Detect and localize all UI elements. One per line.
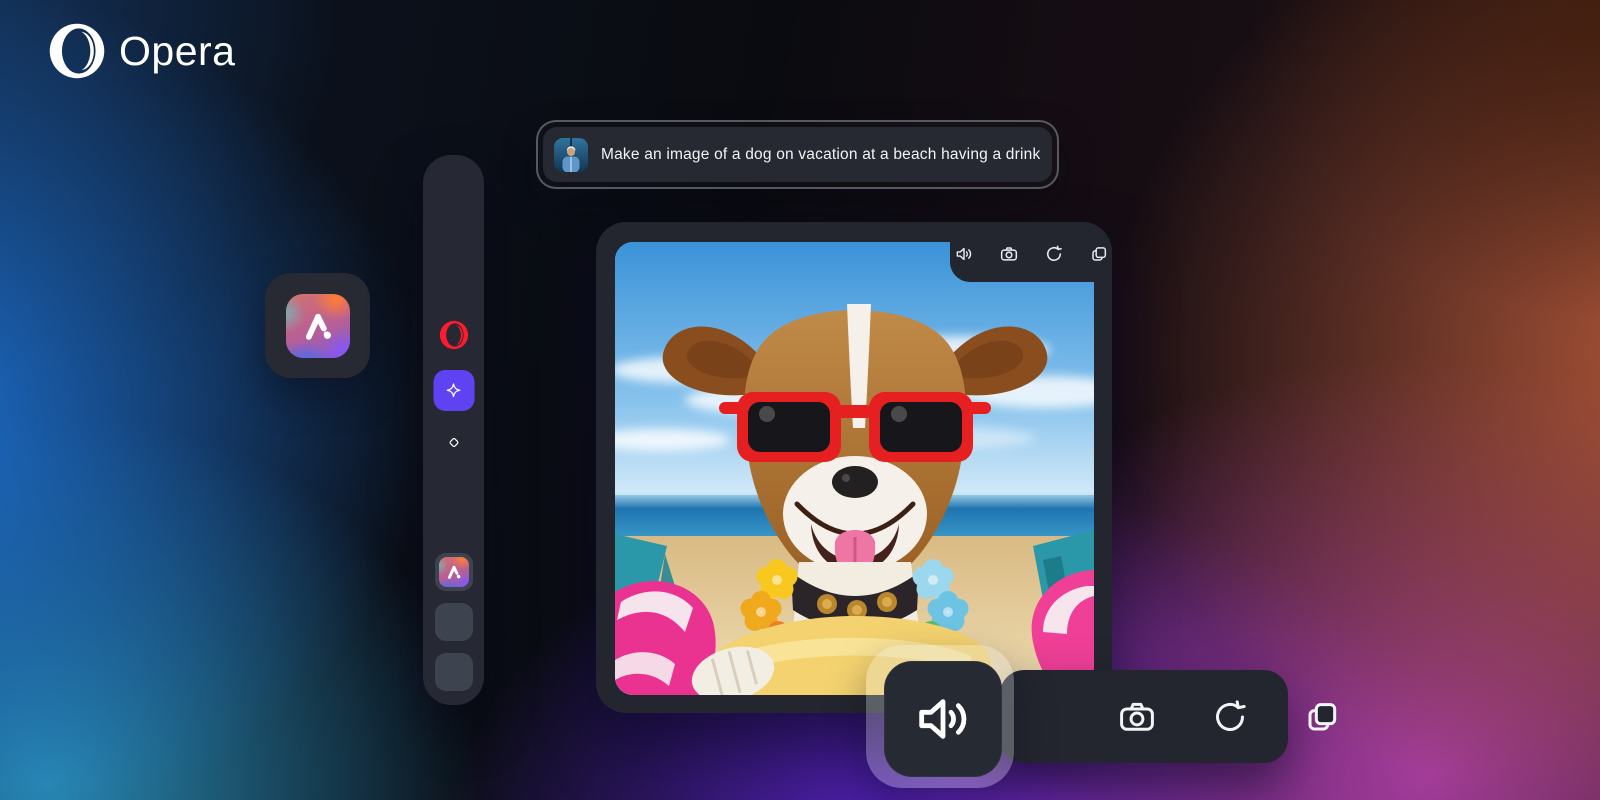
read-aloud-button[interactable] bbox=[951, 241, 977, 267]
sparkle-icon bbox=[444, 381, 464, 401]
sidebar-shortcut-button[interactable] bbox=[445, 434, 462, 456]
browser-sidebar bbox=[423, 155, 484, 705]
aria-a-mark-icon bbox=[444, 562, 464, 582]
diamond-icon bbox=[445, 434, 462, 451]
generated-dog-image[interactable] bbox=[615, 242, 1094, 695]
regenerate-button[interactable] bbox=[1041, 241, 1067, 267]
read-aloud-button-large[interactable] bbox=[884, 661, 1002, 777]
sidebar-aria-ai-button[interactable] bbox=[433, 370, 474, 411]
speaker-icon bbox=[954, 244, 974, 264]
screenshot-button[interactable] bbox=[996, 241, 1022, 267]
prompt-bubble-inner: Make an image of a dog on vacation at a … bbox=[543, 127, 1052, 182]
camera-icon bbox=[1116, 696, 1158, 738]
regenerate-button-large[interactable] bbox=[1210, 694, 1250, 740]
aria-a-mark-icon bbox=[298, 306, 338, 346]
speaker-button-halo bbox=[866, 645, 1014, 788]
prompt-text: Make an image of a dog on vacation at a … bbox=[601, 146, 1040, 164]
aria-app-icon-large[interactable] bbox=[265, 273, 370, 378]
refresh-icon bbox=[1210, 697, 1250, 737]
sidebar-placeholder-1[interactable] bbox=[435, 603, 473, 641]
opera-brand: Opera bbox=[48, 22, 235, 80]
opera-wordmark: Opera bbox=[119, 22, 235, 80]
camera-icon bbox=[999, 244, 1019, 264]
copy-button[interactable] bbox=[1086, 241, 1112, 267]
copy-icon bbox=[1089, 244, 1109, 264]
aria-mini-tile bbox=[439, 557, 469, 587]
sidebar-opera-logo[interactable] bbox=[439, 320, 469, 355]
image-toolbar bbox=[950, 222, 1112, 282]
sidebar-aria-app-item[interactable] bbox=[435, 553, 473, 591]
prompt-bubble: Make an image of a dog on vacation at a … bbox=[536, 120, 1059, 189]
generated-image-card bbox=[596, 222, 1112, 713]
screenshot-button-large[interactable] bbox=[1116, 694, 1158, 740]
sidebar-placeholder-2[interactable] bbox=[435, 653, 473, 691]
magnified-toolbar bbox=[1000, 670, 1288, 763]
speaker-icon bbox=[911, 687, 975, 751]
copy-icon bbox=[1302, 697, 1342, 737]
refresh-icon bbox=[1044, 244, 1064, 264]
opera-o-red-icon bbox=[439, 320, 469, 350]
marketing-canvas: Opera bbox=[0, 0, 1600, 800]
user-avatar bbox=[554, 138, 588, 172]
opera-logo-icon bbox=[48, 22, 106, 80]
copy-button-large[interactable] bbox=[1302, 694, 1342, 740]
